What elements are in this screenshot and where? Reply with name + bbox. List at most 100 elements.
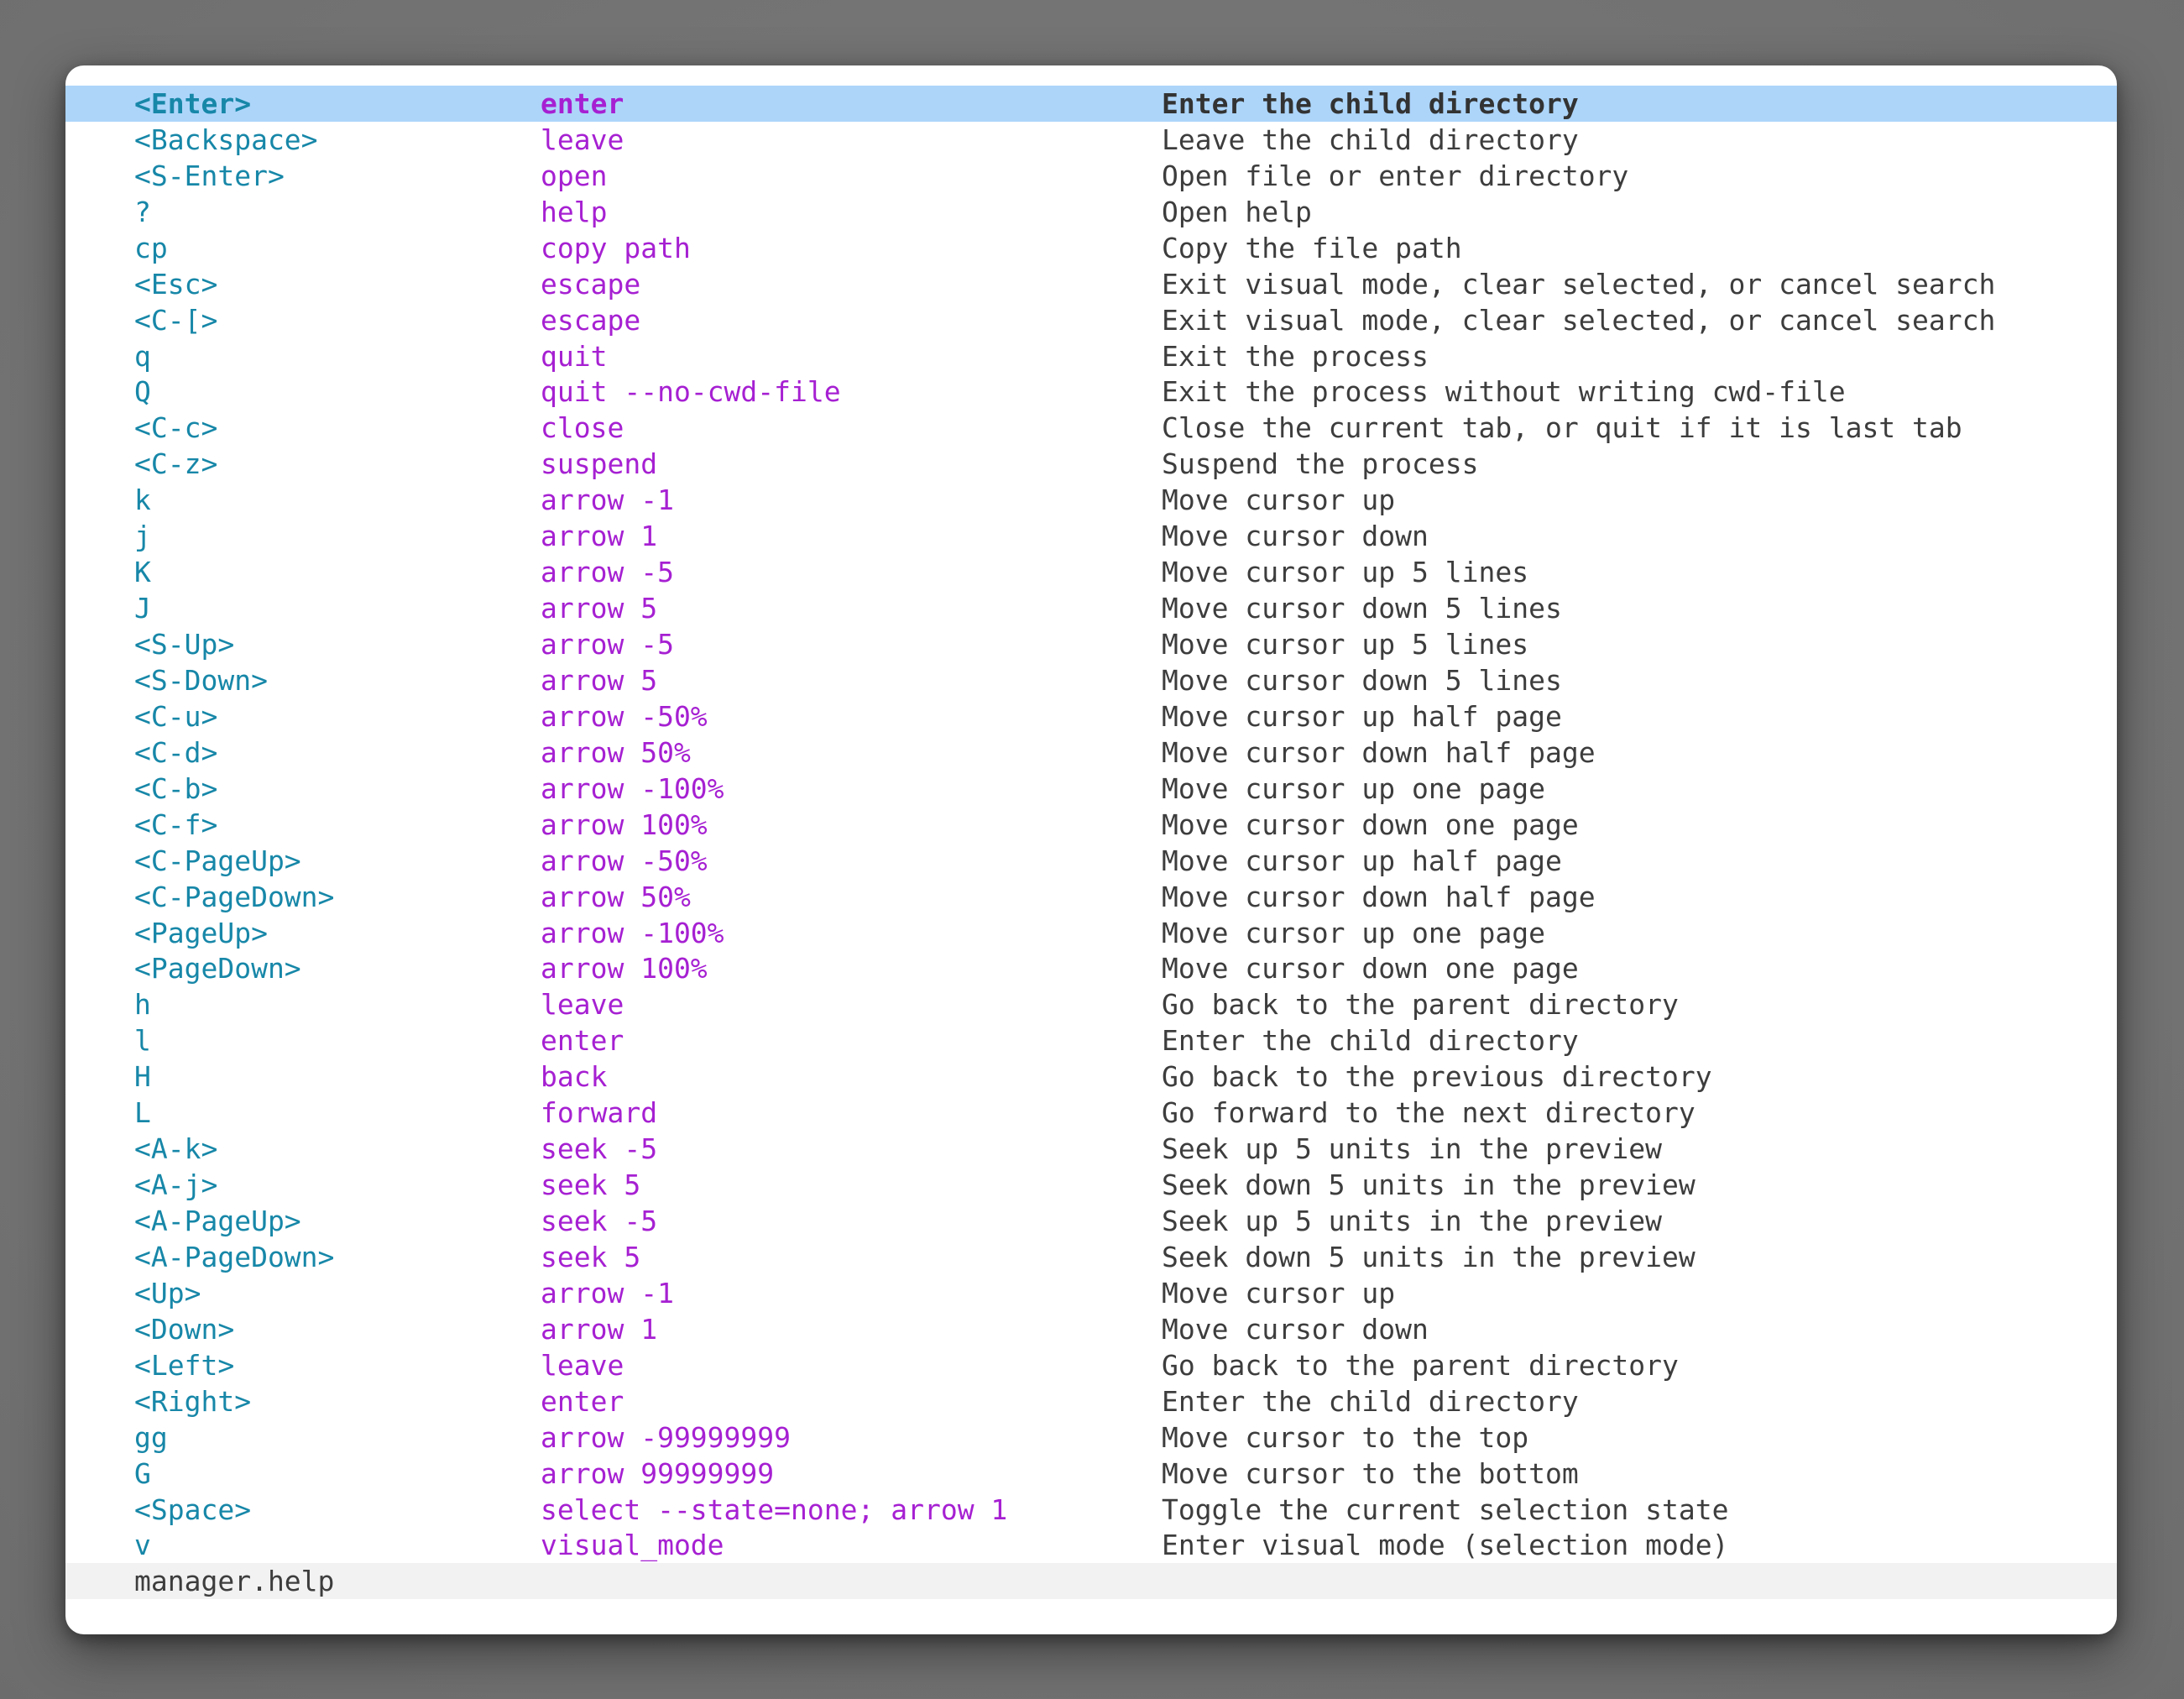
keybinding-row[interactable]: L forward Go forward to the next directo… (65, 1095, 2117, 1131)
description-cell: Go back to the previous directory (1162, 1063, 2117, 1090)
command-cell: enter (541, 1388, 1162, 1415)
key-cell: G (134, 1460, 541, 1487)
keybinding-row[interactable]: <Left> leave Go back to the parent direc… (65, 1347, 2117, 1383)
key-cell: q (134, 342, 541, 370)
keybinding-row[interactable]: H back Go back to the previous directory (65, 1059, 2117, 1095)
command-cell: arrow -1 (541, 486, 1162, 514)
command-cell: copy path (541, 234, 1162, 262)
key-cell: J (134, 594, 541, 622)
keybinding-row[interactable]: <C-d> arrow 50% Move cursor down half pa… (65, 734, 2117, 771)
description-cell: Enter visual mode (selection mode) (1162, 1531, 2117, 1559)
key-cell: <Backspace> (134, 126, 541, 154)
command-cell: visual_mode (541, 1531, 1162, 1559)
command-cell: quit --no-cwd-file (541, 378, 1162, 405)
description-cell: Move cursor down one page (1162, 811, 2117, 839)
description-cell: Move cursor down 5 lines (1162, 667, 2117, 694)
keybinding-row[interactable]: h leave Go back to the parent directory (65, 986, 2117, 1022)
key-cell: <C-d> (134, 739, 541, 766)
description-cell: Enter the child directory (1162, 1027, 2117, 1054)
description-cell: Move cursor up half page (1162, 847, 2117, 875)
keybinding-row[interactable]: <Up> arrow -1 Move cursor up (65, 1275, 2117, 1311)
key-cell: <Right> (134, 1388, 541, 1415)
command-cell: close (541, 414, 1162, 442)
command-cell: arrow -99999999 (541, 1424, 1162, 1451)
key-cell: <C-c> (134, 414, 541, 442)
keybinding-row[interactable]: <C-PageDown> arrow 50% Move cursor down … (65, 879, 2117, 915)
keybinding-row[interactable]: <Esc> escape Exit visual mode, clear sel… (65, 266, 2117, 302)
key-cell: gg (134, 1424, 541, 1451)
key-cell: <Left> (134, 1351, 541, 1379)
keybinding-row[interactable]: ? help Open help (65, 194, 2117, 230)
keybinding-row[interactable]: gg arrow -99999999 Move cursor to the to… (65, 1419, 2117, 1456)
description-cell: Seek down 5 units in the preview (1162, 1171, 2117, 1199)
key-cell: <C-b> (134, 775, 541, 802)
keybinding-row[interactable]: <Right> enter Enter the child directory (65, 1383, 2117, 1419)
keybinding-row[interactable]: <C-b> arrow -100% Move cursor up one pag… (65, 771, 2117, 807)
command-cell: arrow 100% (541, 811, 1162, 839)
command-cell: seek 5 (541, 1243, 1162, 1271)
keybinding-row[interactable]: <Down> arrow 1 Move cursor down (65, 1311, 2117, 1347)
keybinding-row[interactable]: <Enter> enter Enter the child directory (65, 86, 2117, 122)
description-cell: Move cursor down half page (1162, 739, 2117, 766)
keybinding-row[interactable]: J arrow 5 Move cursor down 5 lines (65, 590, 2117, 626)
key-cell: <PageUp> (134, 919, 541, 947)
keybinding-row[interactable]: <A-k> seek -5 Seek up 5 units in the pre… (65, 1131, 2117, 1167)
keybinding-row[interactable]: <C-PageUp> arrow -50% Move cursor up hal… (65, 843, 2117, 879)
description-cell: Move cursor down (1162, 1315, 2117, 1343)
keybinding-row[interactable]: <S-Up> arrow -5 Move cursor up 5 lines (65, 626, 2117, 662)
keybinding-row[interactable]: <C-z> suspend Suspend the process (65, 446, 2117, 482)
status-layer-label: manager.help (134, 1567, 334, 1595)
keybinding-row[interactable]: <Space> select --state=none; arrow 1 Tog… (65, 1492, 2117, 1528)
description-cell: Go forward to the next directory (1162, 1099, 2117, 1127)
description-cell: Toggle the current selection state (1162, 1496, 2117, 1524)
keybinding-row[interactable]: <PageUp> arrow -100% Move cursor up one … (65, 915, 2117, 951)
keybinding-row[interactable]: Q quit --no-cwd-file Exit the process wi… (65, 374, 2117, 410)
keybinding-row[interactable]: <A-PageUp> seek -5 Seek up 5 units in th… (65, 1203, 2117, 1239)
description-cell: Move cursor to the top (1162, 1424, 2117, 1451)
keybinding-row[interactable]: cp copy path Copy the file path (65, 230, 2117, 266)
command-cell: arrow 1 (541, 1315, 1162, 1343)
keybinding-row[interactable]: <C-f> arrow 100% Move cursor down one pa… (65, 807, 2117, 843)
keybinding-list: <Enter> enter Enter the child directory … (65, 65, 2117, 1563)
key-cell: <S-Enter> (134, 162, 541, 190)
keybinding-row[interactable]: <A-PageDown> seek 5 Seek down 5 units in… (65, 1239, 2117, 1275)
keybinding-row[interactable]: K arrow -5 Move cursor up 5 lines (65, 554, 2117, 590)
keybinding-row[interactable]: <A-j> seek 5 Seek down 5 units in the pr… (65, 1167, 2117, 1203)
command-cell: arrow -1 (541, 1279, 1162, 1307)
key-cell: K (134, 558, 541, 586)
keybinding-row[interactable]: v visual_mode Enter visual mode (selecti… (65, 1528, 2117, 1564)
keybinding-row[interactable]: <Backspace> leave Leave the child direct… (65, 122, 2117, 158)
keybinding-row[interactable]: l enter Enter the child directory (65, 1022, 2117, 1059)
key-cell: <C-f> (134, 811, 541, 839)
description-cell: Exit the process without writing cwd-fil… (1162, 378, 2117, 405)
keybinding-row[interactable]: <C-u> arrow -50% Move cursor up half pag… (65, 698, 2117, 734)
keybinding-row[interactable]: j arrow 1 Move cursor down (65, 518, 2117, 554)
description-cell: Leave the child directory (1162, 126, 2117, 154)
command-cell: arrow 5 (541, 594, 1162, 622)
keybinding-row[interactable]: G arrow 99999999 Move cursor to the bott… (65, 1456, 2117, 1492)
keybinding-row[interactable]: <C-c> close Close the current tab, or qu… (65, 410, 2117, 446)
command-cell: leave (541, 1351, 1162, 1379)
key-cell: <Up> (134, 1279, 541, 1307)
description-cell: Move cursor up one page (1162, 775, 2117, 802)
command-cell: arrow -50% (541, 703, 1162, 730)
command-cell: arrow -100% (541, 775, 1162, 802)
command-cell: arrow 5 (541, 667, 1162, 694)
description-cell: Suspend the process (1162, 450, 2117, 478)
command-cell: arrow -100% (541, 919, 1162, 947)
keybinding-row[interactable]: <S-Down> arrow 5 Move cursor down 5 line… (65, 662, 2117, 698)
description-cell: Move cursor up (1162, 486, 2117, 514)
command-cell: arrow -50% (541, 847, 1162, 875)
description-cell: Move cursor up 5 lines (1162, 558, 2117, 586)
keybinding-row[interactable]: <C-[> escape Exit visual mode, clear sel… (65, 302, 2117, 338)
description-cell: Move cursor up 5 lines (1162, 630, 2117, 658)
key-cell: <C-[> (134, 306, 541, 334)
key-cell: j (134, 522, 541, 550)
command-cell: forward (541, 1099, 1162, 1127)
keybinding-row[interactable]: <PageDown> arrow 100% Move cursor down o… (65, 951, 2117, 987)
keybinding-row[interactable]: q quit Exit the process (65, 338, 2117, 374)
key-cell: cp (134, 234, 541, 262)
status-bar: manager.help (65, 1563, 2117, 1599)
keybinding-row[interactable]: k arrow -1 Move cursor up (65, 482, 2117, 518)
keybinding-row[interactable]: <S-Enter> open Open file or enter direct… (65, 158, 2117, 194)
